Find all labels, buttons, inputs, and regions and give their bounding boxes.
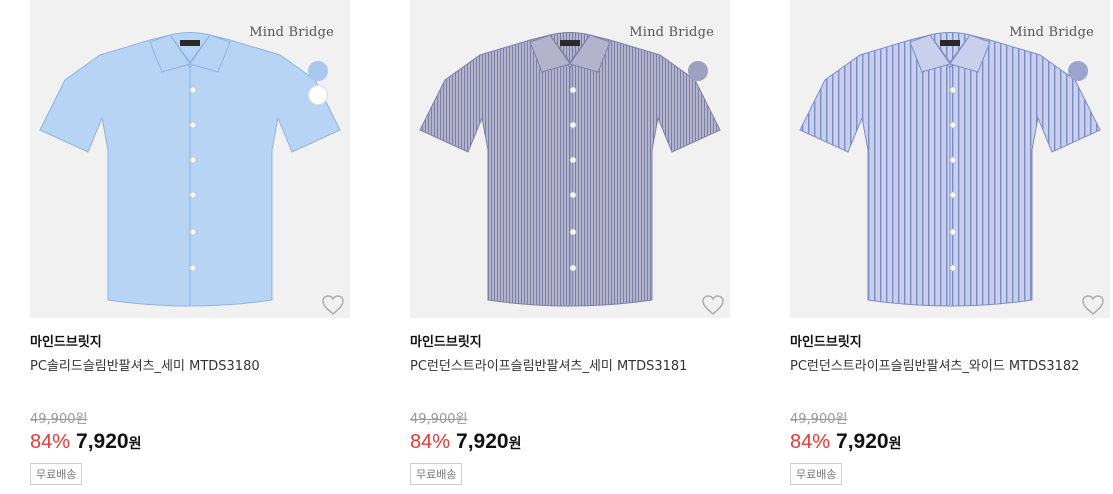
product-name[interactable]: PC솔리드슬림반팔셔츠_세미 MTDS3180	[30, 355, 260, 374]
shirt-image	[39, 32, 341, 307]
heart-icon[interactable]	[701, 294, 725, 316]
currency-label: 원	[508, 436, 522, 452]
discount-rate: 84%	[30, 431, 71, 453]
brand-name[interactable]: 마인드브릿지	[790, 331, 862, 350]
product-name[interactable]: PC런던스트라이프슬림반팔셔츠_세미 MTDS3181	[410, 355, 687, 374]
brand-name[interactable]: 마인드브릿지	[30, 331, 102, 350]
price-line: 84% 7,920원	[30, 430, 141, 454]
image-brand-label: Mind Bridge	[1009, 25, 1094, 40]
image-brand-label: Mind Bridge	[629, 25, 714, 40]
original-price: 49,900원	[410, 412, 468, 427]
free-shipping-badge: 무료배송	[790, 463, 843, 485]
product-image[interactable]: Mind Bridge	[790, 0, 1110, 318]
product-card[interactable]: Mind Bridge 마인드브릿지 PC런던스트라이프슬림반팔셔츠_와이드 M…	[790, 0, 1110, 494]
color-swatch[interactable]	[688, 61, 708, 81]
shirt-image	[419, 32, 721, 307]
color-swatch[interactable]	[308, 85, 328, 105]
heart-icon[interactable]	[321, 294, 345, 316]
discount-rate: 84%	[790, 431, 831, 453]
product-image[interactable]: Mind Bridge	[410, 0, 730, 318]
image-brand-label: Mind Bridge	[249, 25, 334, 40]
brand-name[interactable]: 마인드브릿지	[410, 331, 482, 350]
color-swatch[interactable]	[308, 61, 328, 81]
original-price: 49,900원	[790, 412, 848, 427]
free-shipping-badge: 무료배송	[30, 463, 83, 485]
free-shipping-badge: 무료배송	[410, 463, 463, 485]
discount-rate: 84%	[410, 431, 451, 453]
price-line: 84% 7,920원	[410, 430, 521, 454]
original-price: 49,900원	[30, 412, 88, 427]
product-card[interactable]: Mind Bridge 마인드브릿지 PC솔리드슬림반팔셔츠_세미 MTDS31…	[30, 0, 350, 494]
currency-label: 원	[128, 436, 142, 452]
currency-label: 원	[888, 436, 902, 452]
sale-price: 7,920	[76, 430, 129, 453]
sale-price: 7,920	[836, 430, 889, 453]
color-swatch[interactable]	[1068, 61, 1088, 81]
product-name[interactable]: PC런던스트라이프슬림반팔셔츠_와이드 MTDS3182	[790, 355, 1079, 374]
heart-icon[interactable]	[1081, 294, 1105, 316]
product-image[interactable]: Mind Bridge	[30, 0, 350, 318]
price-line: 84% 7,920원	[790, 430, 901, 454]
product-card[interactable]: Mind Bridge 마인드브릿지 PC런던스트라이프슬림반팔셔츠_세미 MT…	[410, 0, 730, 494]
shirt-image	[799, 32, 1101, 307]
sale-price: 7,920	[456, 430, 509, 453]
